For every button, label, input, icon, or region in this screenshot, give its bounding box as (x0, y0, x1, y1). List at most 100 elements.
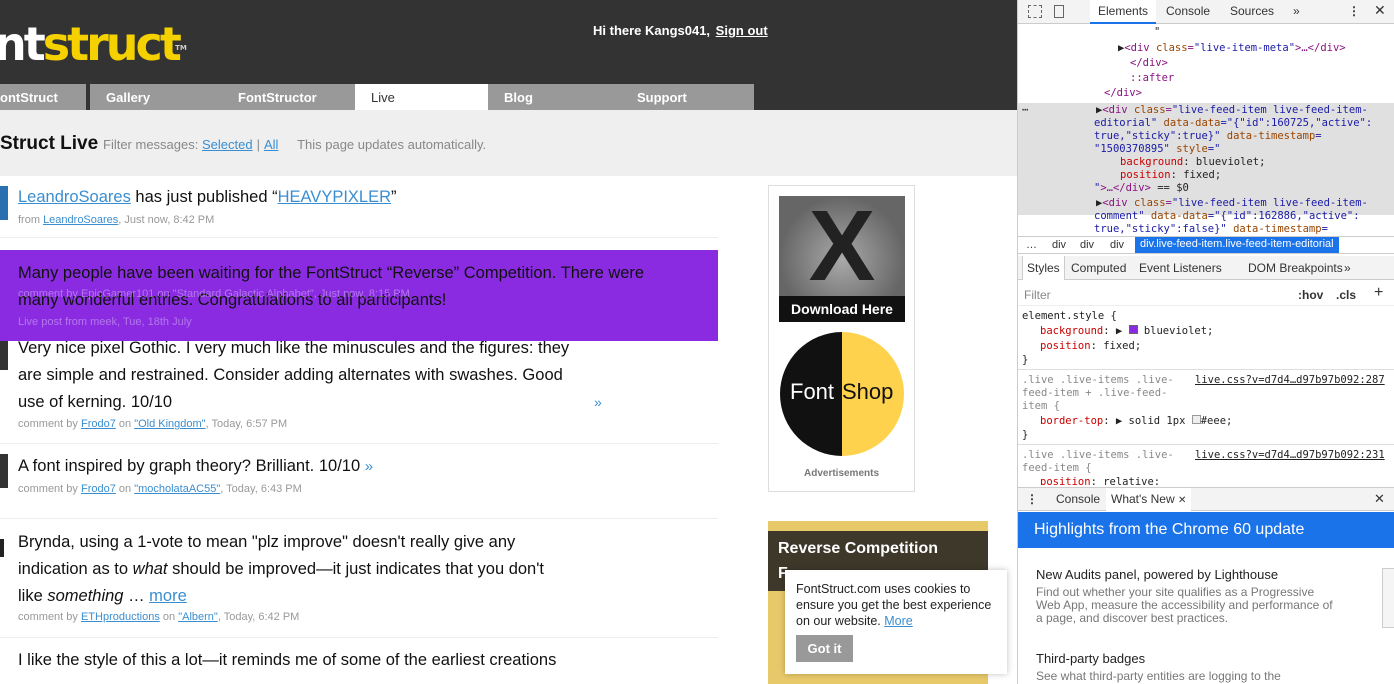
close-drawer-icon[interactable]: ✕ (1374, 491, 1385, 507)
feed-message: A font inspired by graph theory? Brillia… (18, 453, 373, 480)
feed-meta: comment by ETHproductions on "Albern", T… (18, 611, 299, 623)
styles-filter-row: Filter :hov .cls + (1018, 282, 1394, 306)
news-thumbnail[interactable] (1382, 568, 1394, 628)
fontshop-ad[interactable]: Font Shop (780, 332, 904, 456)
meta-user-link[interactable]: Frodo7 (81, 418, 116, 430)
news-title[interactable]: New Audits panel, powered by Lighthouse (1036, 567, 1278, 582)
kebab-menu-icon[interactable]: ⋮ (1348, 4, 1360, 18)
meta-font-link[interactable]: "mocholataAC55" (134, 483, 220, 495)
close-tab-icon[interactable]: ✕ (1178, 495, 1186, 506)
more-tabs-icon[interactable]: » (1293, 4, 1300, 18)
feed-message: LeandroSoares has just published “HEAVYP… (18, 184, 397, 211)
main-nav: ontStruct Gallery FontStructor Live Blog… (0, 84, 1017, 110)
drawer-tab-label: What's New (1111, 492, 1175, 506)
nav-tab-live[interactable]: Live (355, 84, 488, 110)
breadcrumb-item[interactable]: div (1052, 239, 1066, 251)
marquee-x-ad[interactable]: X Download Here (779, 196, 905, 322)
nav-tab-gallery[interactable]: Gallery (90, 84, 222, 110)
avatar[interactable] (0, 186, 8, 220)
feed-meta: comment by Frodo7 on "mocholataAC55", To… (18, 483, 302, 495)
breadcrumb-item[interactable]: div (1110, 239, 1124, 251)
avatar[interactable] (0, 539, 4, 557)
greeting: Hi there Kangs041, Sign out (593, 23, 768, 38)
download-here-label: Download Here (779, 296, 905, 322)
device-toolbar-icon[interactable] (1054, 5, 1064, 18)
editorial-text: Many people have been waiting for the Fo… (18, 260, 644, 314)
fontshop-right: Shop (842, 379, 894, 404)
tab-event-listeners[interactable]: Event Listeners (1139, 261, 1222, 275)
emphasis: something (47, 587, 124, 605)
meta-font-link[interactable]: "Albern" (178, 611, 218, 623)
avatar[interactable] (0, 454, 8, 488)
advertisement-box: X Download Here Font Shop Advertisements (768, 185, 915, 492)
cookie-more-link[interactable]: More (884, 614, 912, 628)
more-tabs-icon[interactable]: » (1344, 261, 1351, 275)
sign-out-link[interactable]: Sign out (716, 23, 768, 38)
user-link[interactable]: LeandroSoares (18, 188, 131, 206)
inspect-element-icon[interactable] (1028, 5, 1042, 18)
nav-tab-fontstruct[interactable]: ontStruct (0, 84, 86, 110)
breadcrumb-item[interactable]: div (1080, 239, 1094, 251)
breadcrumb-ellipsis[interactable]: … (1026, 239, 1037, 251)
font-link[interactable]: HEAVYPIXLER (278, 188, 391, 206)
devtools-drawer-tabs: ⋮ Console What's New ✕ ✕ (1018, 487, 1394, 511)
meta-on: on (115, 483, 135, 495)
cookie-accept-button[interactable]: Got it (796, 635, 853, 662)
breadcrumb-selected[interactable]: div.live-feed-item.live-feed-item-editor… (1135, 237, 1339, 253)
more-arrow[interactable]: » (365, 458, 373, 475)
filter-label: Filter messages: (103, 137, 199, 152)
tab-sources[interactable]: Sources (1230, 4, 1274, 18)
styles-filter-input[interactable]: Filter (1024, 288, 1051, 302)
dom-breadcrumb: … div div div div.live-feed-item.live-fe… (1018, 236, 1394, 254)
new-rule-icon[interactable]: + (1374, 284, 1383, 302)
meta-user-link[interactable]: LeandroSoares (43, 214, 118, 226)
greeting-text: Hi there Kangs041, (593, 23, 711, 38)
feed-item: Brynda, using a 1-vote to mean "plz impr… (0, 519, 718, 638)
cookie-banner: FontStruct.com uses cookies to ensure yo… (785, 570, 1007, 674)
message-line: indication as to what should be improved… (18, 556, 544, 583)
feed-message: Very nice pixel Gothic. I very much like… (18, 335, 602, 416)
feed-item: A font inspired by graph theory? Brillia… (0, 444, 718, 519)
message-filter: Filter messages: Selected | All This page … (103, 137, 486, 152)
more-link[interactable]: more (149, 587, 187, 605)
nav-tab-blog[interactable]: Blog (488, 84, 621, 110)
meta-prefix: comment by (18, 611, 81, 623)
close-devtools-icon[interactable]: ✕ (1374, 2, 1386, 19)
filter-note: This page updates automatically. (297, 137, 487, 152)
tab-styles[interactable]: Styles (1022, 256, 1065, 280)
more-arrow[interactable]: » (594, 389, 602, 416)
site-logo[interactable]: ntstruct TM (0, 18, 187, 70)
meta-user-link[interactable]: Frodo7 (81, 483, 116, 495)
news-title[interactable]: Third-party badges (1036, 651, 1145, 666)
feed-item: Very nice pixel Gothic. I very much like… (0, 330, 718, 444)
nav-tab-fontstructor[interactable]: FontStructor (222, 84, 355, 110)
drawer-tab-whats-new[interactable]: What's New ✕ (1106, 488, 1192, 511)
news-description: See what third-party entities are loggin… (1036, 669, 1281, 683)
hover-state-toggle[interactable]: :hov (1298, 288, 1323, 302)
obscured-meta: Live post from meek, Tue, 18th July (18, 316, 192, 328)
meta-time: , Today, 6:43 PM (220, 483, 302, 495)
drawer-tab-console[interactable]: Console (1056, 492, 1100, 506)
avatar[interactable] (0, 336, 8, 370)
tab-console[interactable]: Console (1166, 4, 1210, 18)
meta-font-link[interactable]: "Old Kingdom" (134, 418, 205, 430)
tab-computed[interactable]: Computed (1071, 261, 1126, 275)
drawer-menu-icon[interactable]: ⋮ (1026, 492, 1038, 506)
nav-tab-support[interactable]: Support (621, 84, 754, 110)
tab-dom-breakpoints[interactable]: DOM Breakpoints (1248, 261, 1343, 275)
editorial-line: Many people have been waiting for the Fo… (18, 264, 645, 282)
filter-all-link[interactable]: All (264, 137, 278, 152)
meta-user-link[interactable]: ETHproductions (81, 611, 160, 623)
message-text-end: ” (391, 188, 397, 206)
message-text: like (18, 587, 48, 605)
feed-message: I like the style of this a lot—it remind… (18, 651, 557, 669)
fontshop-left: Font (790, 379, 835, 404)
message-line: like something … more (18, 583, 544, 610)
ad-label: Advertisements (803, 468, 880, 479)
feed-item: I like the style of this a lot—it remind… (0, 638, 718, 684)
message-text: should be improved—it just indicates tha… (167, 560, 544, 578)
tab-elements[interactable]: Elements (1090, 0, 1157, 24)
filter-selected-link[interactable]: Selected (202, 137, 253, 152)
message-line: use of kerning. 10/10 » (18, 389, 602, 416)
class-toggle[interactable]: .cls (1336, 288, 1356, 302)
